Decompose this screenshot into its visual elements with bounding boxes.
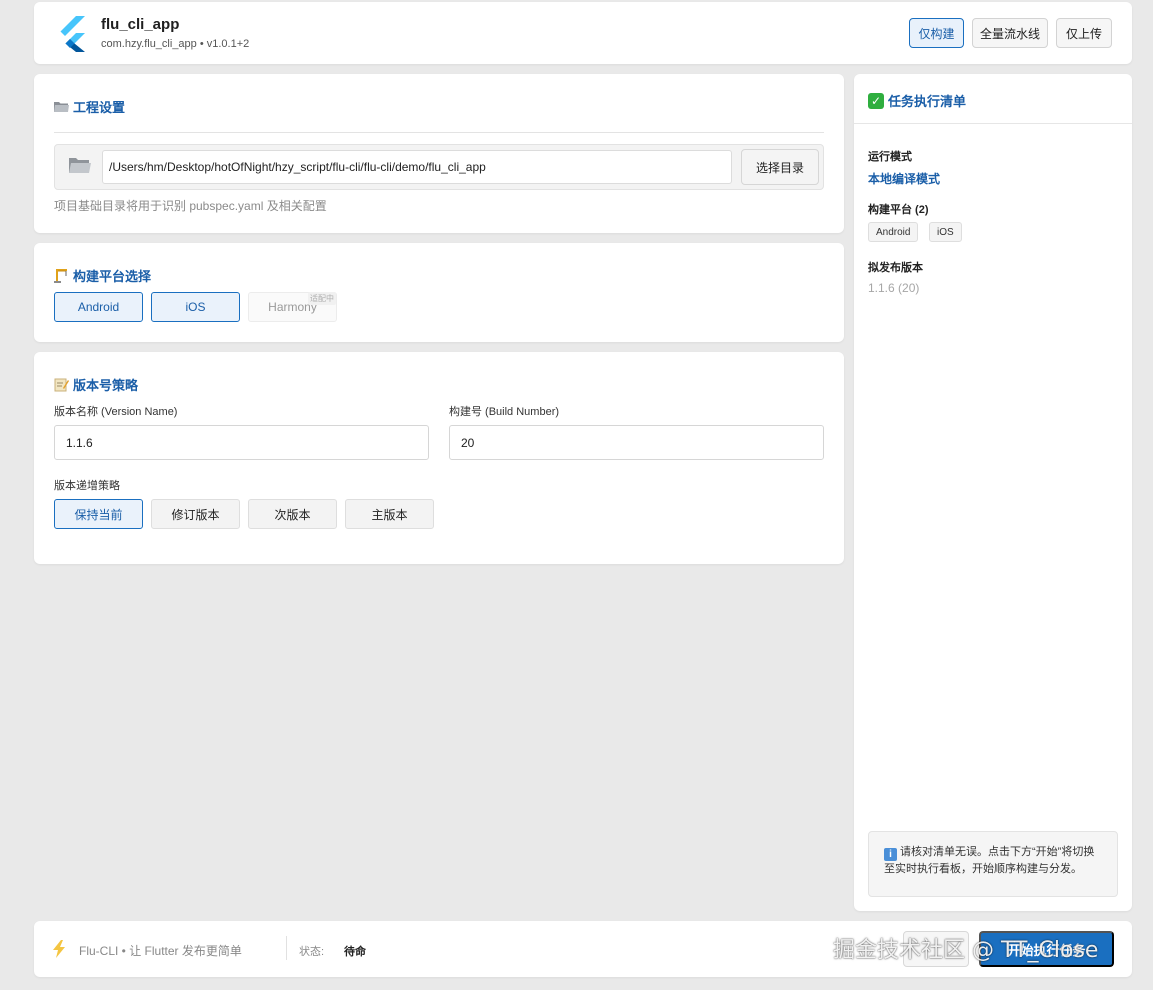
- build-only-button[interactable]: 仅构建: [909, 18, 964, 48]
- task-checklist-title: ✓ 任务执行清单: [868, 91, 966, 110]
- folder-open-icon: [69, 158, 91, 173]
- footer-divider: [286, 936, 287, 960]
- strategy-minor-button[interactable]: 次版本: [248, 499, 337, 529]
- strategy-keep-button[interactable]: 保持当前: [54, 499, 143, 529]
- divider: [54, 132, 824, 133]
- path-picker: 选择目录: [54, 144, 824, 190]
- status-value: 待命: [344, 946, 366, 958]
- release-version-label: 拟发布版本: [868, 262, 923, 274]
- info-icon: i: [884, 848, 897, 861]
- folder-icon: [54, 102, 69, 112]
- build-number-input[interactable]: [449, 425, 824, 460]
- crane-icon: [54, 269, 67, 283]
- version-name-label: 版本名称 (Version Name): [54, 406, 178, 418]
- checklist-note: i 请核对清单无误。点击下方“开始”将切换至实时执行看板，开始顺序构建与分发。: [868, 831, 1118, 897]
- version-title: 版本号策略: [54, 375, 138, 394]
- task-checklist-panel: ✓ 任务执行清单 运行模式 本地编译模式 构建平台 (2) Android iO…: [854, 74, 1132, 911]
- platform-android-button[interactable]: Android: [54, 292, 143, 322]
- version-card: 版本号策略 版本名称 (Version Name) 构建号 (Build Num…: [34, 352, 844, 564]
- choose-directory-button[interactable]: 选择目录: [741, 149, 819, 185]
- check-mark-icon: ✓: [868, 92, 884, 109]
- project-settings-title: 工程设置: [54, 97, 125, 116]
- app-header: flu_cli_app com.hzy.flu_cli_app • v1.0.1…: [34, 2, 1132, 64]
- platform-tag-android: Android: [868, 222, 919, 242]
- project-path-input[interactable]: [102, 150, 732, 184]
- watermark: 掘金技术社区 @ TT_Close: [833, 938, 1099, 963]
- version-name-input[interactable]: [54, 425, 429, 460]
- platform-title: 构建平台选择: [54, 266, 151, 285]
- memo-icon: [54, 378, 69, 392]
- adapting-badge: 适配中: [308, 292, 336, 305]
- strategy-major-button[interactable]: 主版本: [345, 499, 434, 529]
- build-platforms-label: 构建平台 (2): [868, 204, 929, 216]
- platform-card: 构建平台选择 Android iOS Harmony 适配中: [34, 243, 844, 342]
- task-checklist-header: ✓ 任务执行清单: [854, 74, 1132, 124]
- strategy-patch-button[interactable]: 修订版本: [151, 499, 240, 529]
- full-pipeline-button[interactable]: 全量流水线: [972, 18, 1048, 48]
- lightning-icon: [53, 940, 65, 958]
- upload-only-button[interactable]: 仅上传: [1056, 18, 1112, 48]
- platform-tag-ios: iOS: [929, 222, 962, 242]
- project-settings-card: 工程设置 选择目录 项目基础目录将用于识别 pubspec.yaml 及相关配置: [34, 74, 844, 233]
- platform-harmony-button: Harmony 适配中: [248, 292, 337, 322]
- flutter-logo-icon: [60, 16, 85, 52]
- app-package-version: com.hzy.flu_cli_app • v1.0.1+2: [101, 38, 250, 50]
- run-mode-value: 本地编译模式: [868, 172, 941, 186]
- run-mode-label: 运行模式: [868, 151, 912, 163]
- release-version-value: 1.1.6 (20): [868, 281, 920, 295]
- app-name: flu_cli_app: [101, 16, 180, 33]
- footer-brand: Flu-CLI • 让 Flutter 发布更简单: [79, 944, 242, 958]
- platform-ios-button[interactable]: iOS: [151, 292, 240, 322]
- status-label: 状态:: [299, 946, 325, 958]
- build-number-label: 构建号 (Build Number): [449, 406, 560, 418]
- increment-strategy-label: 版本递增策略: [54, 480, 120, 492]
- project-path-hint: 项目基础目录将用于识别 pubspec.yaml 及相关配置: [54, 199, 327, 213]
